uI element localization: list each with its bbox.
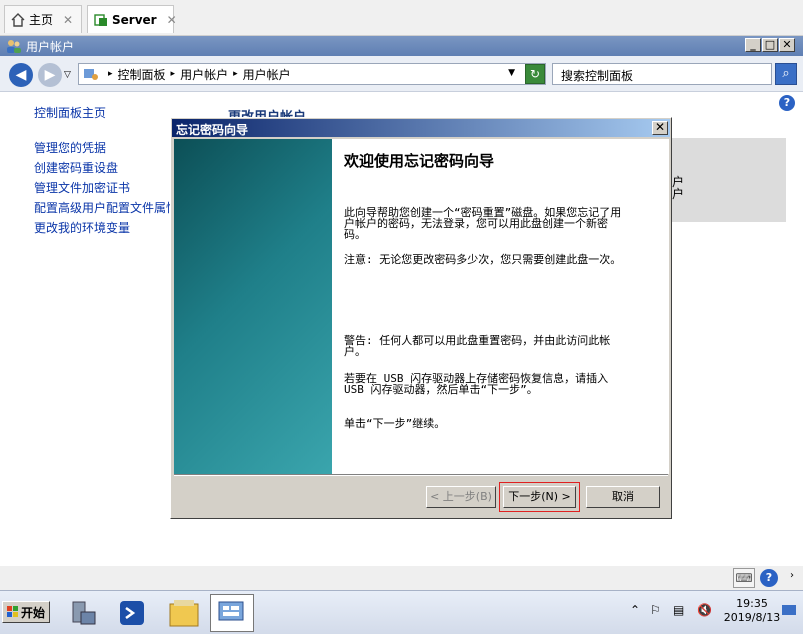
server-manager-icon[interactable] (62, 594, 106, 632)
advanced-profile-link[interactable]: 配置高级用户配置文件属性 (34, 199, 172, 216)
control-panel-icon (83, 66, 99, 82)
wizard-content: 欢迎使用忘记密码向导 此向导帮助您创建一个“密码重置”磁盘。如果您忘记了用户帐户… (332, 139, 669, 474)
breadcrumb-separator-icon: ▸ (108, 69, 113, 79)
start-label: 开始 (20, 605, 45, 620)
window-title: 用户帐户 (26, 39, 75, 54)
dialog-divider (174, 474, 668, 476)
speaker-muted-icon[interactable]: 🔇 (697, 603, 712, 617)
chevron-up-icon[interactable]: ⌃ (630, 603, 640, 617)
control-panel-icon[interactable] (210, 594, 254, 632)
tab-server[interactable]: Server ✕ (87, 5, 177, 33)
account-panel-text: 户 户 (672, 175, 685, 201)
wizard-paragraph: 注意: 无论您更改密码多少次，您只需要创建此盘一次。 (344, 253, 622, 266)
tab-label: 主页 (29, 13, 54, 27)
wizard-heading: 欢迎使用忘记密码向导 (344, 152, 495, 170)
dialog-title: 忘记密码向导 (172, 119, 670, 137)
windows-logo-icon (6, 606, 19, 618)
clock-date: 2019/8/13 (723, 611, 781, 624)
tab-label: Server (112, 12, 157, 27)
close-icon[interactable]: ✕ (167, 13, 177, 27)
wizard-paragraph: 单击“下一步”继续。 (344, 417, 446, 430)
server-icon (94, 13, 108, 27)
minimize-button[interactable]: _ (745, 38, 761, 52)
navigation-bar: ◀ ▶ ▽ ▸ 控制面板 ▸ 用户帐户 ▸ 用户帐户 ▼ ↻ 搜索控制面板 ⌕ (0, 56, 803, 92)
window-title-bar: 用户帐户 _ □ ✕ (0, 36, 803, 56)
chevron-down-icon[interactable]: ▽ (64, 70, 71, 80)
status-strip (0, 566, 803, 590)
breadcrumb-separator-icon: ▸ (233, 69, 238, 79)
wizard-paragraph: 警告: 任何人都可以用此盘重置密码，并由此访问此帐户。 (344, 334, 611, 358)
back-button[interactable]: < 上一步(B) (426, 486, 496, 508)
chevron-down-icon[interactable]: ▼ (508, 68, 515, 78)
close-button[interactable]: ✕ (779, 38, 795, 52)
manage-encryption-link[interactable]: 管理文件加密证书 (34, 179, 130, 196)
flag-icon[interactable]: ⚐ (650, 603, 661, 617)
search-input[interactable]: 搜索控制面板 (552, 63, 772, 85)
help-icon[interactable]: ? (779, 95, 795, 111)
close-icon[interactable]: ✕ (63, 13, 73, 27)
clock[interactable]: 19:35 2019/8/13 (723, 597, 781, 625)
forgot-password-wizard-dialog: 忘记密码向导 ✕ 欢迎使用忘记密码向导 此向导帮助您创建一个“密码重置”磁盘。如… (170, 117, 672, 519)
wizard-paragraph: 若要在 USB 闪存驱动器上存储密码恢复信息，请插入 USB 闪存驱动器，然后单… (344, 372, 609, 396)
home-icon (11, 12, 25, 27)
forward-arrow-icon[interactable]: ▶ (38, 63, 62, 87)
refresh-icon[interactable]: ↻ (525, 64, 545, 84)
breadcrumb-item[interactable]: 控制面板 (118, 66, 166, 83)
start-button[interactable]: 开始 (2, 601, 50, 623)
wizard-side-banner (174, 139, 332, 474)
show-desktop-icon[interactable] (782, 605, 796, 620)
manage-credentials-link[interactable]: 管理您的凭据 (34, 139, 106, 156)
next-button-highlight (499, 482, 580, 512)
environment-variables-link[interactable]: 更改我的环境变量 (34, 219, 130, 236)
keyboard-icon[interactable]: ⌨ (733, 568, 755, 588)
chevron-right-icon[interactable]: › (786, 570, 798, 586)
cancel-button[interactable]: 取消 (586, 486, 660, 508)
file-explorer-icon[interactable] (162, 594, 206, 632)
breadcrumb-separator-icon: ▸ (170, 69, 176, 79)
account-panel: 户 户 (668, 138, 786, 222)
create-reset-disk-link[interactable]: 创建密码重设盘 (34, 159, 118, 176)
users-icon (6, 39, 22, 53)
powershell-icon[interactable] (110, 594, 154, 632)
back-arrow-icon[interactable]: ◀ (9, 63, 33, 87)
browser-tab-bar: 主页 ✕ Server ✕ (0, 0, 803, 36)
close-icon[interactable]: ✕ (652, 121, 668, 135)
breadcrumb-item[interactable]: 用户帐户 (243, 66, 291, 83)
maximize-button[interactable]: □ (762, 38, 778, 52)
tab-home[interactable]: 主页 ✕ (4, 5, 82, 33)
help-icon[interactable]: ? (760, 569, 778, 587)
wizard-paragraph: 此向导帮助您创建一个“密码重置”磁盘。如果您忘记了用户帐户的密码，无法登录，您可… (344, 206, 622, 241)
address-bar[interactable]: ▸ 控制面板 ▸ 用户帐户 ▸ 用户帐户 ▼ (78, 63, 546, 85)
network-icon[interactable]: ▤ (673, 603, 684, 617)
taskbar: 开始 ⌃ ⚐ ▤ 🔇 19:35 2019/8/13 (0, 590, 803, 634)
clock-time: 19:35 (736, 597, 768, 610)
search-icon[interactable]: ⌕ (775, 63, 797, 85)
control-panel-home-link[interactable]: 控制面板主页 (34, 104, 106, 121)
breadcrumb-item[interactable]: 用户帐户 (180, 66, 228, 83)
